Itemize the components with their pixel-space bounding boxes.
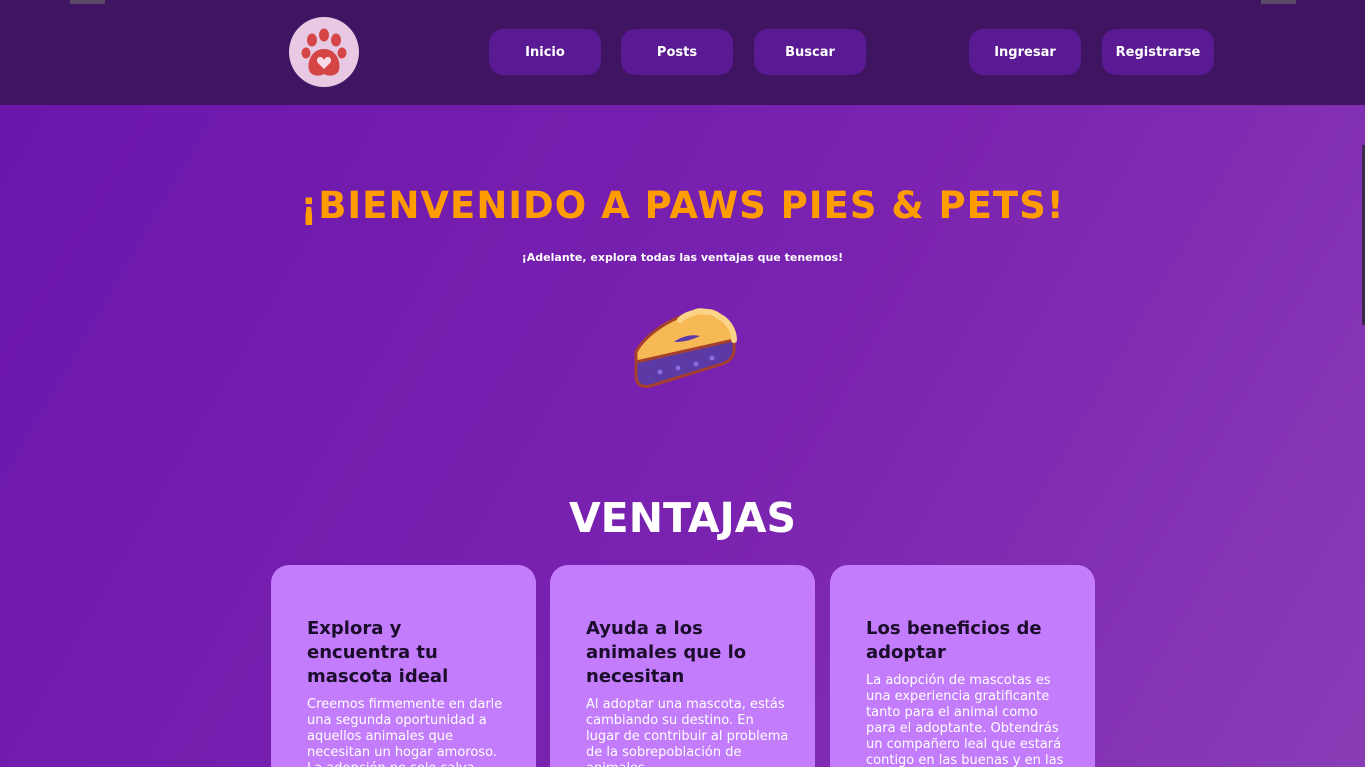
- ventaja-card: Ayuda a los animales que lo necesitan Al…: [550, 565, 815, 767]
- hero-title: ¡BIENVENIDO A PAWS PIES & PETS!: [300, 184, 1065, 227]
- card-title: Explora y encuentra tu mascota ideal: [307, 618, 449, 687]
- ventajas-title: VENTAJAS: [568, 494, 797, 542]
- scroll-stub-left: [70, 0, 105, 4]
- nav-registrarse-button[interactable]: Registrarse: [1102, 29, 1214, 75]
- nav-posts-button[interactable]: Posts: [621, 29, 733, 75]
- card-text: Creemos firmemente en darle una segunda …: [307, 697, 503, 767]
- card-text: Al adoptar una mascota, estás cambiando …: [586, 697, 789, 767]
- nav-ingresar-button[interactable]: Ingresar: [969, 29, 1081, 75]
- nav-inicio-button[interactable]: Inicio: [489, 29, 601, 75]
- ventaja-card: Los beneficios de adoptar La adopción de…: [830, 565, 1095, 767]
- hero-subtitle: ¡Adelante, explora todas las ventajas qu…: [521, 251, 844, 264]
- paw-heart-icon[interactable]: [289, 17, 359, 87]
- scroll-stub-right: [1261, 0, 1296, 4]
- card-text: La adopción de mascotas es una experienc…: [866, 673, 1064, 767]
- nav-buscar-button[interactable]: Buscar: [754, 29, 866, 75]
- pie-slice-icon: [630, 306, 738, 396]
- ventaja-card: Explora y encuentra tu mascota ideal Cre…: [271, 565, 536, 767]
- card-title: Ayuda a los animales que lo necesitan: [586, 618, 747, 687]
- top-navbar: Inicio Posts Buscar Ingresar Registrarse: [0, 0, 1365, 105]
- card-title: Los beneficios de adoptar: [866, 618, 1042, 663]
